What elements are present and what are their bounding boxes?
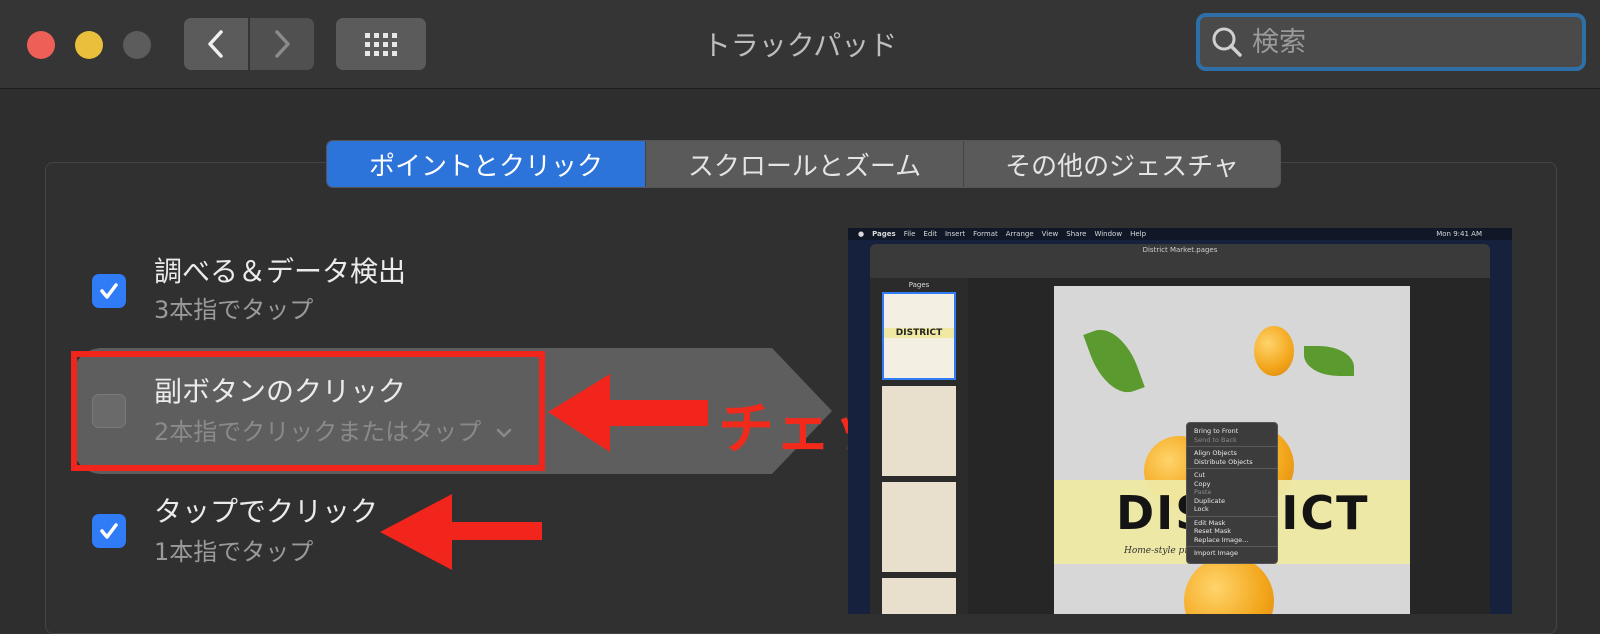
preview-menu-entry: Reset Mask (1194, 527, 1231, 535)
preview-menubar: ● Pages File Edit Insert Format Arrange … (848, 228, 1512, 240)
preview-thumbnail (882, 578, 956, 614)
title-bar: トラックパッド (0, 0, 1600, 89)
preview-thumbnail (882, 482, 956, 572)
tab-scroll-and-zoom[interactable]: スクロールとズーム (646, 141, 964, 187)
preview-menu-item: Share (1066, 230, 1087, 238)
lookup-checkbox[interactable] (92, 274, 126, 308)
checkmark-icon (100, 283, 118, 299)
chevron-right-icon (275, 30, 290, 58)
tap-to-click-title: タップでクリック (154, 495, 379, 528)
preview-menu-item: File (903, 230, 916, 238)
preview-menu-item: Insert (944, 230, 966, 238)
preview-toolbar: District Market.pages (870, 244, 1490, 278)
preview-menu-item: Edit (923, 230, 937, 238)
checkmark-icon (100, 523, 118, 539)
preview-menu-item: Pages (872, 230, 896, 238)
preview-menu-item: Window (1094, 230, 1123, 238)
preview-menu-entry: Duplicate (1194, 496, 1225, 505)
preview-menu-entry: Copy (1194, 479, 1211, 488)
preview-sidebar-title: Pages (908, 281, 930, 289)
preview-doc-title: District Market.pages (1142, 246, 1218, 254)
preview-menu-entry: Import Image (1194, 549, 1238, 557)
preview-menu-entry: Bring to Front (1194, 427, 1239, 435)
preview-menu-entry: Replace Image... (1194, 535, 1249, 544)
lookup-title: 調べる＆データ検出 (154, 255, 407, 288)
chevron-left-icon (208, 30, 223, 58)
annotation-arrow-icon (548, 374, 708, 452)
preview-context-menu: Bring to Front Send to Back Align Object… (1186, 422, 1278, 564)
forward-button[interactable] (250, 18, 314, 70)
apple-icon: ● (858, 230, 865, 238)
preview-menu-item: Help (1130, 230, 1147, 238)
show-all-button[interactable] (336, 18, 426, 70)
tap-to-click-subtitle: 1本指でタップ (154, 538, 314, 566)
preview-menu-item: View (1041, 230, 1059, 238)
preview-thumbnail (882, 386, 956, 476)
annotation-box (71, 351, 545, 471)
preview-sidebar: Pages DISTRICT (870, 278, 968, 614)
tab-bar: ポイントとクリック スクロールとズーム その他のジェスチャ (326, 140, 1281, 188)
preview-menu-item: Format (973, 230, 998, 238)
tab-more-gestures[interactable]: その他のジェスチャ (964, 141, 1280, 187)
annotation-arrow-icon (380, 494, 542, 570)
preview-thumbnail: DISTRICT (882, 292, 956, 380)
preview-menu-entry: Align Objects (1194, 449, 1237, 457)
gesture-preview: ● Pages File Edit Insert Format Arrange … (848, 228, 1512, 614)
grid-icon (365, 32, 397, 56)
minimize-window-button[interactable] (75, 31, 103, 59)
preview-window: District Market.pages Pages DISTRICT DIS… (870, 244, 1490, 614)
preview-menu-entry: Cut (1194, 471, 1206, 479)
preview-menu-entry: Distribute Objects (1194, 457, 1253, 466)
preview-menu-entry: Lock (1194, 505, 1209, 513)
preview-menu-entry: Send to Back (1194, 435, 1237, 444)
preview-thumbnail-label: DISTRICT (884, 328, 954, 338)
preview-menu-entry: Paste (1194, 488, 1212, 496)
search-icon (1212, 27, 1242, 57)
preview-menu-entry: Edit Mask (1194, 518, 1226, 527)
tap-to-click-checkbox[interactable] (92, 514, 126, 548)
window-title: トラックパッド (702, 29, 898, 62)
zoom-window-button[interactable] (123, 31, 151, 59)
lookup-subtitle: 3本指でタップ (154, 296, 314, 324)
tab-point-and-click[interactable]: ポイントとクリック (327, 141, 646, 187)
close-window-button[interactable] (27, 31, 55, 59)
search-field[interactable] (1196, 13, 1586, 71)
preview-clock: Mon 9:41 AM (1436, 230, 1482, 238)
preview-menu-item: Arrange (1005, 230, 1034, 238)
search-input[interactable] (1250, 25, 1574, 59)
back-button[interactable] (184, 18, 248, 70)
